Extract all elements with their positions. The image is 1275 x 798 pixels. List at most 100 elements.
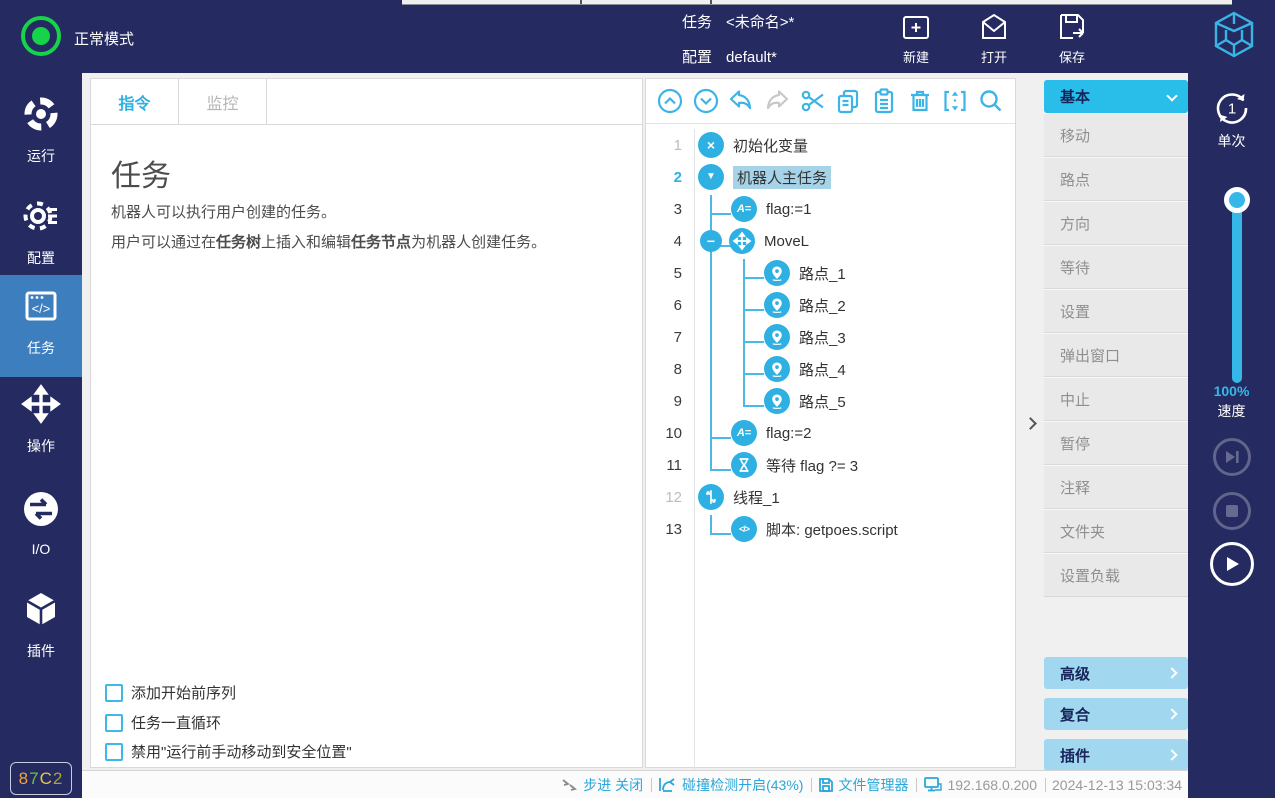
step-mode-status[interactable]: 步进 关闭 (561, 775, 643, 795)
step-next-button[interactable] (1213, 438, 1251, 476)
svg-text:</>: </> (32, 301, 51, 316)
copy-button[interactable] (833, 86, 863, 116)
tree-node-row[interactable]: 8 路点_4 (646, 353, 1015, 385)
divider (651, 778, 652, 792)
tree-node-row[interactable]: 5 路点_1 (646, 257, 1015, 289)
move-arrows-icon (20, 383, 62, 430)
tree-node-row[interactable]: 13 </>脚本: getpoes.script (646, 513, 1015, 545)
step-mode-label: 步进 关闭 (583, 775, 643, 795)
move-down-button[interactable] (691, 86, 721, 116)
collapse-toggle-icon[interactable]: − (700, 230, 722, 252)
category-basic-header[interactable]: 基本 (1044, 80, 1188, 113)
tree-node-row[interactable]: 2 ▼机器人主任务 (646, 161, 1015, 193)
section-advanced-button[interactable]: 高级 (1044, 657, 1188, 689)
line-number: 10 (646, 425, 694, 442)
instruction-item-popup[interactable]: 弹出窗口 (1044, 333, 1188, 377)
desc-text: 用户可以通过在 (111, 234, 216, 251)
sidebar-item-label: 操作 (27, 436, 55, 456)
init-variables-icon: × (698, 132, 724, 158)
disable-safe-move-checkbox[interactable] (105, 743, 123, 761)
tree-node-row[interactable]: 7 路点_3 (646, 321, 1015, 353)
save-icon (1055, 10, 1089, 44)
delete-button[interactable] (905, 86, 935, 116)
checkbox-row-disable-safe-move[interactable]: 禁用"运行前手动移动到安全位置" (105, 741, 352, 762)
checkbox-row-pre-sequence[interactable]: 添加开始前序列 (105, 682, 236, 703)
tree-connector (743, 277, 764, 279)
line-number: 3 (646, 201, 694, 218)
category-basic-label: 基本 (1060, 86, 1090, 107)
sidebar-item-io[interactable]: I/O (0, 488, 82, 557)
pre-sequence-checkbox[interactable] (105, 684, 123, 702)
section-label: 高级 (1060, 663, 1090, 684)
open-task-button[interactable]: 打开 (962, 10, 1026, 68)
robot-status-light[interactable] (21, 16, 61, 56)
section-plugin-button[interactable]: 插件 (1044, 739, 1188, 771)
tab-instruction[interactable]: 指令 (91, 79, 179, 125)
tree-node-row[interactable]: 10 A=flag:=2 (646, 417, 1015, 449)
sidebar-item-plugin[interactable]: 插件 (0, 588, 82, 661)
tab-bar: 指令 监控 (91, 79, 642, 125)
instruction-item-folder[interactable]: 文件夹 (1044, 509, 1188, 553)
tree-node-row[interactable]: 3 A=flag:=1 (646, 193, 1015, 225)
waypoint-icon (764, 356, 790, 382)
movel-icon (729, 228, 755, 254)
sidebar-item-task[interactable]: </> 任务 (0, 285, 82, 358)
waypoint-icon (764, 260, 790, 286)
tree-node-row[interactable]: 9 路点_5 (646, 385, 1015, 417)
single-cycle-label: 单次 (1188, 131, 1275, 151)
instruction-item-payload[interactable]: 设置负载 (1044, 553, 1188, 597)
file-manager-link[interactable]: 文件管理器 (818, 775, 908, 795)
stop-button[interactable] (1213, 492, 1251, 530)
collision-detect-status[interactable]: 碰撞检测开启(43%) (658, 775, 803, 795)
save-task-button[interactable]: 保存 (1040, 10, 1104, 68)
paste-button[interactable] (869, 86, 899, 116)
instruction-item-abort[interactable]: 中止 (1044, 377, 1188, 421)
section-composite-button[interactable]: 复合 (1044, 698, 1188, 730)
instruction-item-direction[interactable]: 方向 (1044, 201, 1188, 245)
sidebar-item-run[interactable]: 运行 (0, 93, 82, 166)
line-number: 5 (646, 265, 694, 282)
expand-toggle-icon[interactable]: ▼ (698, 164, 724, 190)
tree-toolbar (646, 79, 1015, 124)
move-up-button[interactable] (655, 86, 685, 116)
tab-monitor[interactable]: 监控 (179, 79, 267, 125)
checkbox-row-loop-forever[interactable]: 任务一直循环 (105, 712, 221, 733)
instruction-item-set[interactable]: 设置 (1044, 289, 1188, 333)
tree-node-row[interactable]: 6 路点_2 (646, 289, 1015, 321)
node-label: flag:=2 (766, 425, 811, 442)
instruction-panel: 基本 移动 路点 方向 等待 设置 弹出窗口 中止 暂停 注释 文件夹 设置负载… (1044, 80, 1188, 771)
node-label: flag:=1 (766, 201, 811, 218)
line-number: 6 (646, 297, 694, 314)
panel-expander[interactable] (1016, 78, 1044, 768)
desc-text: 为机器人创建任务。 (411, 234, 546, 251)
speed-slider-track[interactable] (1232, 197, 1242, 383)
mode-label: 正常模式 (74, 28, 134, 49)
single-cycle-count: 1 (1227, 101, 1235, 118)
instruction-item-waypoint[interactable]: 路点 (1044, 157, 1188, 201)
speed-slider-thumb[interactable] (1224, 187, 1250, 213)
tree-node-row[interactable]: 12 线程_1 (646, 481, 1015, 513)
fit-collapse-button[interactable] (940, 86, 970, 116)
play-button[interactable] (1210, 542, 1254, 586)
instruction-item-wait[interactable]: 等待 (1044, 245, 1188, 289)
collision-icon (658, 776, 678, 793)
tree-node-row[interactable]: 4 −MoveL (646, 225, 1015, 257)
single-cycle-button[interactable]: 1 (1188, 87, 1275, 129)
tree-node-row[interactable]: 11 等待 flag ?= 3 (646, 449, 1015, 481)
redo-button[interactable] (762, 86, 792, 116)
undo-button[interactable] (726, 86, 756, 116)
sidebar-item-config[interactable]: 配置 (0, 195, 82, 268)
new-task-button[interactable]: 新建 (884, 10, 948, 68)
instruction-item-pause[interactable]: 暂停 (1044, 421, 1188, 465)
file-manager-icon (818, 777, 834, 793)
instruction-item-comment[interactable]: 注释 (1044, 465, 1188, 509)
divider (811, 778, 812, 792)
search-button[interactable] (976, 86, 1006, 116)
cut-button[interactable] (798, 86, 828, 116)
loop-forever-checkbox[interactable] (105, 714, 123, 732)
sidebar-item-operate[interactable]: 操作 (0, 383, 82, 456)
chevron-right-icon (1166, 667, 1177, 678)
instruction-item-move[interactable]: 移动 (1044, 113, 1188, 157)
line-number: 1 (646, 137, 694, 154)
tree-node-row[interactable]: 1 ×初始化变量 (646, 129, 1015, 161)
